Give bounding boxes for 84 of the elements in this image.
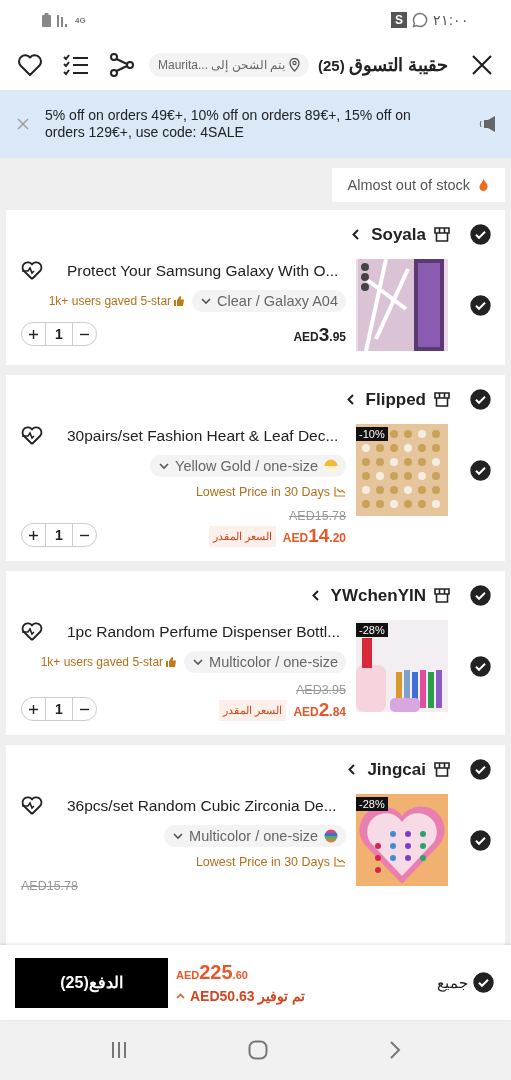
select-all-label: جميع [437, 973, 468, 992]
share-icon[interactable] [109, 53, 135, 77]
heart-plus-icon[interactable] [21, 622, 43, 642]
app-notification-icon: S [391, 12, 408, 28]
checkbox[interactable] [470, 585, 491, 606]
location-pin-icon [289, 58, 301, 72]
caret-up-icon[interactable] [176, 993, 185, 999]
heart-plus-icon[interactable] [21, 261, 43, 281]
checkbox[interactable] [470, 460, 491, 481]
variant-selector[interactable]: Clear / Galaxy A04 [192, 290, 346, 312]
heart-icon[interactable] [17, 53, 43, 77]
recent-apps-icon[interactable] [110, 1041, 129, 1059]
checkbox[interactable] [470, 656, 491, 677]
discount-badge: -10% [356, 427, 388, 441]
trend-down-icon [334, 857, 346, 867]
filter-chip[interactable]: Almost out of stock [331, 168, 505, 202]
trend-down-icon [334, 487, 346, 497]
original-price: AED15.78 [289, 509, 346, 523]
checkbox[interactable] [470, 295, 491, 316]
price: AED2.84 [293, 699, 346, 721]
checkbox[interactable] [470, 224, 491, 245]
store-name[interactable]: Flipped [365, 389, 426, 410]
checklist-icon[interactable] [63, 54, 89, 76]
rating-note: 1k+ users gaved 5-star [48, 294, 172, 308]
close-icon[interactable] [471, 54, 493, 76]
page-title: حقيبة التسوق [348, 54, 448, 76]
speaker-icon [479, 116, 497, 132]
battery-icon [42, 13, 51, 27]
select-all-checkbox[interactable] [473, 972, 494, 993]
price: AED3.95 [293, 324, 346, 346]
fire-icon [479, 179, 488, 191]
product-title[interactable]: 30pairs/set Fashion Heart & Leaf Dec... [67, 427, 339, 445]
clock: ٢١:٠٠ [433, 12, 469, 28]
product-title[interactable]: 36pcs/set Random Cubic Zirconia De... [67, 797, 337, 815]
checkbox[interactable] [470, 759, 491, 780]
promo-text: 5% off on orders 49€+, 10% off on orders 89€+, 15% off on orders 129€+, use code: 4SALE [45, 107, 412, 141]
thumbs-up-icon [166, 657, 177, 667]
chevron-down-icon [173, 832, 184, 840]
product-title[interactable]: 1pc Random Perfume Dispenser Bottl... [67, 623, 341, 641]
store-name[interactable]: Jingcai [367, 759, 426, 780]
checkbox[interactable] [470, 389, 491, 410]
chevron-left-icon[interactable] [352, 229, 360, 240]
network-type: 4G [75, 15, 86, 25]
chevron-left-icon[interactable] [346, 394, 354, 405]
chevron-down-icon [201, 297, 212, 305]
home-icon[interactable] [248, 1040, 269, 1060]
heart-plus-icon[interactable] [21, 796, 43, 816]
chevron-down-icon [159, 462, 170, 470]
heart-plus-icon[interactable] [21, 426, 43, 446]
store-icon [434, 588, 450, 603]
signal-icon [56, 13, 70, 27]
store-icon [434, 392, 450, 407]
estimated-price-label: السعر المقدر [219, 699, 287, 721]
discount-badge: -28% [356, 623, 388, 637]
swatch-icon [324, 829, 338, 843]
item-count: (25) [318, 56, 345, 74]
variant-selector[interactable]: Yellow Gold / one-size [150, 455, 346, 477]
ship-to-selector[interactable]: يتم الشحن إلى ...Maurita [149, 53, 310, 77]
rating-note: 1k+ users gaved 5-star [40, 655, 164, 669]
chevron-down-icon [193, 658, 204, 666]
estimated-price-label: السعر المقدر [208, 525, 276, 547]
original-price: AED15.78 [21, 879, 78, 893]
variant-selector[interactable]: Multicolor / one-size [184, 651, 346, 673]
store-name[interactable]: YWchenYIN [330, 585, 426, 606]
chat-icon [412, 12, 429, 28]
lowest-price-note: Lowest Price in 30 Days [195, 855, 330, 869]
store-icon [434, 227, 450, 242]
lowest-price-note: Lowest Price in 30 Days [195, 485, 330, 499]
chevron-left-icon[interactable] [348, 764, 356, 775]
store-icon [434, 762, 450, 777]
back-icon[interactable] [388, 1041, 401, 1059]
savings-text: تم توفير AED50.63 [190, 988, 306, 1004]
price: AED14.20 [282, 525, 346, 547]
checkout-button[interactable]: الدفع(25) [15, 957, 168, 1008]
thumbs-up-icon [174, 296, 185, 306]
variant-selector[interactable]: Multicolor / one-size [164, 825, 346, 847]
chevron-left-icon[interactable] [311, 590, 319, 601]
swatch-icon [324, 459, 338, 473]
original-price: AED3.95 [295, 683, 346, 697]
product-title[interactable]: Protect Your Samsung Galaxy With O... [67, 262, 339, 280]
checkbox[interactable] [470, 830, 491, 851]
store-name[interactable]: Soyala [371, 224, 426, 245]
total-price: AED225.60 [176, 961, 249, 984]
discount-badge: -28% [356, 797, 388, 811]
